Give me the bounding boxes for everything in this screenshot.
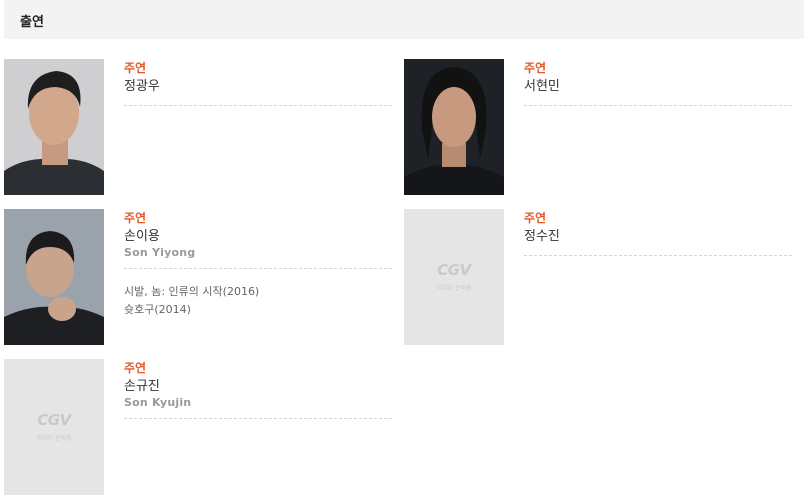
cast-role: 주연 (124, 361, 147, 375)
cast-card: CGV 이미지 준비중 주연 손규진 Son Kyujin (4, 359, 394, 499)
cast-name[interactable]: 손이용 (124, 228, 392, 246)
cast-role: 주연 (124, 211, 147, 225)
cgv-logo: CGV (37, 411, 71, 429)
cast-english-name: Son Yiyong (124, 246, 196, 259)
cast-name[interactable]: 정광우 (124, 78, 392, 96)
filmography-item[interactable]: 시발, 놈: 인류의 시작(2016) (124, 283, 392, 301)
divider (124, 268, 392, 269)
section-title: 출연 (20, 15, 44, 30)
cast-card: 주연 정광우 (4, 59, 394, 199)
placeholder-caption: 이미지 준비중 (436, 285, 472, 292)
cgv-logo: CGV (437, 261, 471, 279)
cast-name[interactable]: 정수진 (524, 228, 792, 246)
divider (524, 255, 792, 256)
actor-photo[interactable] (4, 209, 104, 345)
photo-placeholder[interactable]: CGV 이미지 준비중 (4, 359, 104, 495)
actor-photo[interactable] (404, 59, 504, 195)
divider (124, 105, 392, 106)
placeholder-caption: 이미지 준비중 (36, 435, 72, 442)
cast-role: 주연 (124, 61, 147, 75)
cast-name[interactable]: 서현민 (524, 78, 792, 96)
filmography-item[interactable]: 슛호구(2014) (124, 301, 392, 319)
filmography-list: 시발, 놈: 인류의 시작(2016) 슛호구(2014) (124, 283, 392, 319)
photo-placeholder[interactable]: CGV 이미지 준비중 (404, 209, 504, 345)
divider (124, 418, 392, 419)
cast-role: 주연 (524, 61, 547, 75)
cast-card: 주연 서현민 (404, 59, 794, 199)
cast-card: CGV 이미지 준비중 주연 정수진 (404, 209, 794, 349)
divider (524, 105, 792, 106)
section-header: 출연 (4, 0, 804, 39)
cast-card: 주연 손이용 Son Yiyong 시발, 놈: 인류의 시작(2016) 슛호… (4, 209, 394, 349)
actor-photo[interactable] (4, 59, 104, 195)
cast-role: 주연 (524, 211, 547, 225)
cast-name[interactable]: 손규진 (124, 378, 392, 396)
cast-english-name: Son Kyujin (124, 396, 192, 409)
